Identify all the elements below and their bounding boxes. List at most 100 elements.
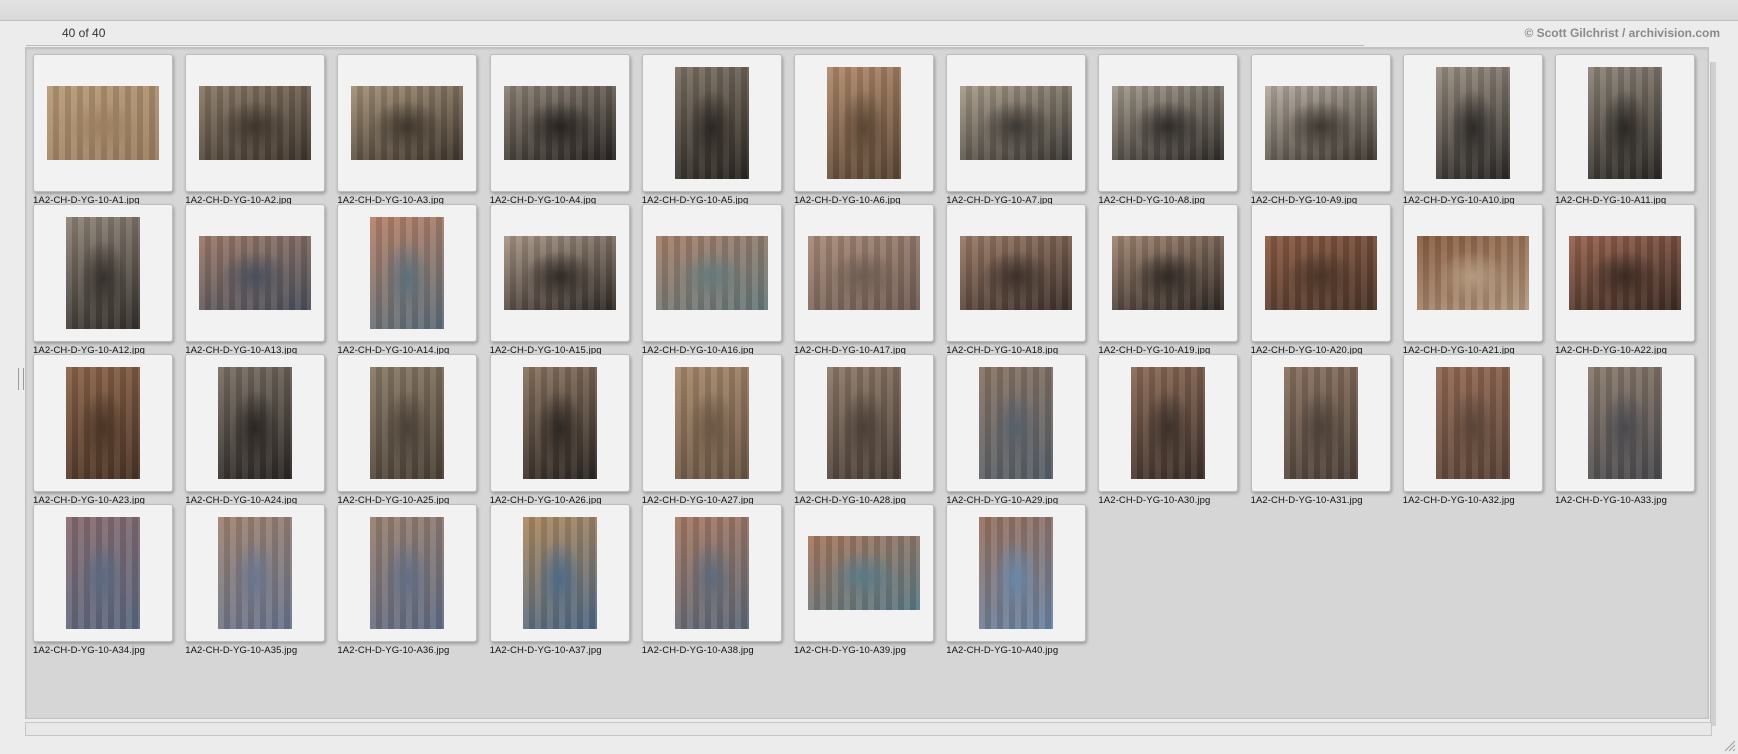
- thumbnail-frame[interactable]: [489, 354, 630, 492]
- thumbnail-frame[interactable]: [33, 354, 173, 492]
- thumbnail-frame[interactable]: [337, 54, 478, 192]
- thumbnail-image[interactable]: [66, 517, 140, 629]
- thumbnail-image[interactable]: [1112, 236, 1225, 310]
- thumbnail-image[interactable]: [218, 517, 293, 629]
- thumbnail-item[interactable]: 1A2-CH-D-YG-10-A7.jpg: [939, 48, 1091, 210]
- thumbnail-frame[interactable]: [946, 354, 1087, 492]
- thumbnail-image[interactable]: [674, 367, 749, 479]
- thumbnail-image[interactable]: [1435, 67, 1510, 179]
- thumbnail-item[interactable]: 1A2-CH-D-YG-10-A37.jpg: [483, 498, 635, 660]
- thumbnail-image[interactable]: [1435, 367, 1510, 479]
- thumbnail-item[interactable]: 1A2-CH-D-YG-10-A22.jpg: [1548, 198, 1700, 360]
- vertical-scrollbar[interactable]: [1710, 62, 1716, 726]
- thumbnail-image[interactable]: [351, 86, 464, 160]
- thumbnail-item[interactable]: 1A2-CH-D-YG-10-A38.jpg: [635, 498, 787, 660]
- thumbnail-image[interactable]: [1588, 367, 1662, 479]
- thumbnail-item[interactable]: 1A2-CH-D-YG-10-A9.jpg: [1244, 48, 1396, 210]
- thumbnail-item[interactable]: 1A2-CH-D-YG-10-A35.jpg: [178, 498, 330, 660]
- thumbnail-frame[interactable]: [33, 54, 173, 192]
- thumbnail-frame[interactable]: [489, 504, 630, 642]
- thumbnail-item[interactable]: 1A2-CH-D-YG-10-A3.jpg: [330, 48, 482, 210]
- thumbnail-image[interactable]: [674, 67, 749, 179]
- thumbnail-image[interactable]: [1112, 86, 1225, 160]
- thumbnail-frame[interactable]: [946, 54, 1087, 192]
- thumbnail-frame[interactable]: [1555, 354, 1695, 492]
- thumbnail-image[interactable]: [66, 217, 140, 329]
- thumbnail-item[interactable]: 1A2-CH-D-YG-10-A34.jpg: [26, 498, 178, 660]
- thumbnail-frame[interactable]: [489, 54, 630, 192]
- thumbnail-image[interactable]: [199, 86, 312, 160]
- thumbnail-image[interactable]: [1264, 86, 1377, 160]
- thumbnail-frame[interactable]: [1098, 54, 1239, 192]
- thumbnail-frame[interactable]: [185, 54, 326, 192]
- thumbnail-item[interactable]: 1A2-CH-D-YG-10-A27.jpg: [635, 348, 787, 510]
- thumbnail-item[interactable]: 1A2-CH-D-YG-10-A2.jpg: [178, 48, 330, 210]
- thumbnail-image[interactable]: [47, 86, 159, 160]
- thumbnail-item[interactable]: 1A2-CH-D-YG-10-A15.jpg: [483, 198, 635, 360]
- splitter-handle[interactable]: [18, 368, 24, 390]
- thumbnail-frame[interactable]: [337, 354, 478, 492]
- thumbnail-item[interactable]: 1A2-CH-D-YG-10-A39.jpg: [787, 498, 939, 660]
- thumbnail-image[interactable]: [827, 367, 901, 479]
- thumbnail-image[interactable]: [1588, 67, 1662, 179]
- thumbnail-frame[interactable]: [794, 54, 934, 192]
- thumbnail-image[interactable]: [655, 236, 768, 310]
- thumbnail-frame[interactable]: [185, 204, 326, 342]
- thumbnail-frame[interactable]: [1098, 354, 1239, 492]
- thumbnail-frame[interactable]: [1402, 354, 1543, 492]
- thumbnail-image[interactable]: [808, 236, 920, 310]
- thumbnail-item[interactable]: 1A2-CH-D-YG-10-A5.jpg: [635, 48, 787, 210]
- thumbnail-frame[interactable]: [641, 354, 782, 492]
- thumbnail-image[interactable]: [522, 517, 597, 629]
- thumbnail-item[interactable]: 1A2-CH-D-YG-10-A33.jpg: [1548, 348, 1700, 510]
- thumbnail-item[interactable]: 1A2-CH-D-YG-10-A12.jpg: [26, 198, 178, 360]
- thumbnail-frame[interactable]: [1555, 54, 1695, 192]
- thumbnail-item[interactable]: 1A2-CH-D-YG-10-A17.jpg: [787, 198, 939, 360]
- thumbnail-image[interactable]: [370, 517, 445, 629]
- thumbnail-image[interactable]: [503, 236, 616, 310]
- thumbnail-item[interactable]: 1A2-CH-D-YG-10-A28.jpg: [787, 348, 939, 510]
- thumbnail-frame[interactable]: [794, 504, 934, 642]
- thumbnail-item[interactable]: 1A2-CH-D-YG-10-A8.jpg: [1091, 48, 1243, 210]
- thumbnail-image[interactable]: [960, 86, 1073, 160]
- thumbnail-frame[interactable]: [1250, 54, 1391, 192]
- thumbnail-item[interactable]: 1A2-CH-D-YG-10-A18.jpg: [939, 198, 1091, 360]
- thumbnail-frame[interactable]: [185, 354, 326, 492]
- thumbnail-item[interactable]: 1A2-CH-D-YG-10-A26.jpg: [483, 348, 635, 510]
- thumbnail-image[interactable]: [1264, 236, 1377, 310]
- thumbnail-item[interactable]: 1A2-CH-D-YG-10-A14.jpg: [330, 198, 482, 360]
- thumbnail-item[interactable]: 1A2-CH-D-YG-10-A16.jpg: [635, 198, 787, 360]
- thumbnail-frame[interactable]: [794, 204, 934, 342]
- thumbnail-frame[interactable]: [337, 504, 478, 642]
- thumbnail-frame[interactable]: [489, 204, 630, 342]
- thumbnail-frame[interactable]: [946, 504, 1087, 642]
- thumbnail-image[interactable]: [522, 367, 597, 479]
- thumbnail-item[interactable]: 1A2-CH-D-YG-10-A1.jpg: [26, 48, 178, 210]
- thumbnail-item[interactable]: 1A2-CH-D-YG-10-A36.jpg: [330, 498, 482, 660]
- thumbnail-item[interactable]: 1A2-CH-D-YG-10-A40.jpg: [939, 498, 1091, 660]
- horizontal-scrollbar[interactable]: [25, 722, 1712, 736]
- thumbnail-image[interactable]: [66, 367, 140, 479]
- thumbnail-frame[interactable]: [1250, 354, 1391, 492]
- thumbnail-image[interactable]: [674, 517, 749, 629]
- thumbnail-item[interactable]: 1A2-CH-D-YG-10-A20.jpg: [1244, 198, 1396, 360]
- thumbnail-image[interactable]: [218, 367, 293, 479]
- thumbnail-image[interactable]: [370, 367, 445, 479]
- thumbnail-frame[interactable]: [1402, 54, 1543, 192]
- thumbnail-image[interactable]: [979, 517, 1054, 629]
- thumbnail-frame[interactable]: [1402, 204, 1543, 342]
- thumbnail-item[interactable]: 1A2-CH-D-YG-10-A29.jpg: [939, 348, 1091, 510]
- thumbnail-item[interactable]: 1A2-CH-D-YG-10-A19.jpg: [1091, 198, 1243, 360]
- resize-grip-icon[interactable]: [1722, 738, 1736, 752]
- thumbnail-frame[interactable]: [185, 504, 326, 642]
- thumbnail-frame[interactable]: [1098, 204, 1239, 342]
- thumbnail-image[interactable]: [1416, 236, 1529, 310]
- thumbnail-item[interactable]: 1A2-CH-D-YG-10-A6.jpg: [787, 48, 939, 210]
- thumbnail-item[interactable]: 1A2-CH-D-YG-10-A30.jpg: [1091, 348, 1243, 510]
- thumbnail-item[interactable]: 1A2-CH-D-YG-10-A21.jpg: [1396, 198, 1548, 360]
- thumbnail-frame[interactable]: [641, 204, 782, 342]
- thumbnail-frame[interactable]: [946, 204, 1087, 342]
- thumbnail-image[interactable]: [808, 536, 920, 610]
- thumbnail-item[interactable]: 1A2-CH-D-YG-10-A31.jpg: [1244, 348, 1396, 510]
- thumbnail-image[interactable]: [827, 67, 901, 179]
